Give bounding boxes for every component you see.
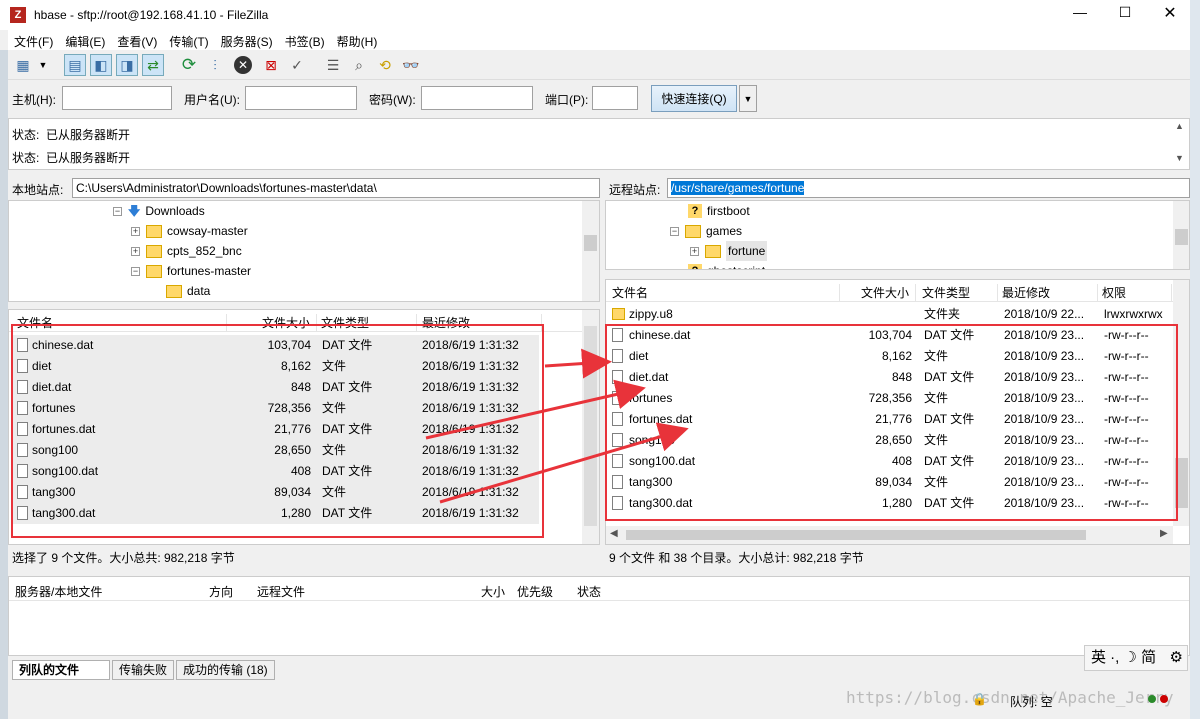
- annotation-arrow: [439, 422, 689, 504]
- annotation-arrows: [425, 348, 689, 504]
- annotation-arrow: [425, 379, 646, 440]
- annotation-arrow: [544, 348, 612, 379]
- filezilla-window: Z hbase - sftp://root@192.168.41.10 - Fi…: [0, 0, 1200, 719]
